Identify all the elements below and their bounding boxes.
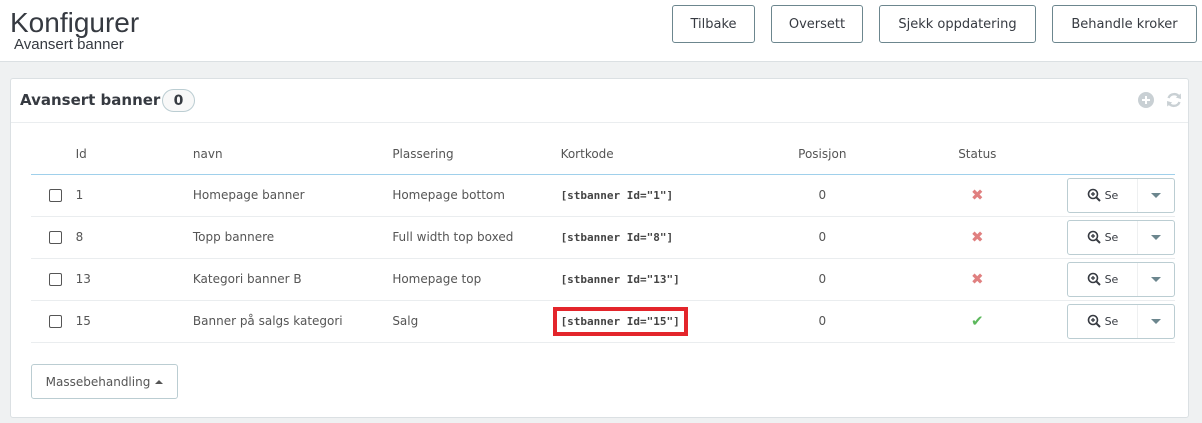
row-checkbox[interactable] bbox=[49, 189, 62, 202]
row-shortcode: [stbanner Id="1"] bbox=[560, 189, 674, 202]
row-action-group: Se bbox=[1066, 261, 1175, 297]
table-row: 1 Homepage banner Homepage bottom [stban… bbox=[31, 174, 1175, 217]
row-checkbox[interactable] bbox=[49, 231, 62, 244]
row-action-group: Se bbox=[1066, 219, 1175, 255]
view-button-label: Se bbox=[1104, 188, 1119, 202]
row-id: 8 bbox=[75, 216, 193, 259]
manage-hooks-button[interactable]: Behandle kroker bbox=[1052, 5, 1197, 43]
caret-up-icon bbox=[155, 379, 164, 384]
row-checkbox[interactable] bbox=[49, 315, 62, 328]
view-button[interactable]: Se bbox=[1068, 304, 1138, 338]
row-action-dropdown[interactable] bbox=[1138, 221, 1174, 254]
status-disabled-icon[interactable]: ✖ bbox=[971, 228, 984, 246]
view-button[interactable]: Se bbox=[1068, 220, 1138, 254]
page-title: Konfigurer bbox=[10, 7, 140, 38]
page-header: Konfigurer Avansert banner Tilbake Overs… bbox=[0, 0, 1202, 62]
row-action-dropdown[interactable] bbox=[1138, 305, 1174, 338]
view-button[interactable]: Se bbox=[1068, 178, 1138, 212]
view-button-label: Se bbox=[1104, 314, 1119, 328]
row-name: Topp bannere bbox=[192, 216, 393, 259]
row-action-group: Se bbox=[1066, 303, 1175, 339]
back-button[interactable]: Tilbake bbox=[672, 5, 755, 43]
view-button-label: Se bbox=[1104, 272, 1119, 286]
column-select bbox=[31, 135, 76, 175]
column-status: Status bbox=[887, 135, 1067, 175]
status-enabled-icon[interactable]: ✔ bbox=[971, 312, 984, 330]
column-placement: Plassering bbox=[392, 135, 561, 175]
status-disabled-icon[interactable]: ✖ bbox=[971, 270, 984, 288]
row-name: Banner på salgs kategori bbox=[192, 300, 393, 343]
column-position: Posisjon bbox=[756, 135, 888, 175]
row-placement: Homepage top bbox=[392, 258, 561, 301]
row-shortcode-highlighted: [stbanner Id="15"] bbox=[552, 307, 688, 336]
panel-heading: Avansert banner 0 bbox=[11, 79, 1188, 123]
row-placement: Full width top boxed bbox=[392, 216, 561, 259]
bulk-actions-button[interactable]: Massebehandling bbox=[31, 364, 178, 399]
table-row: 15 Banner på salgs kategori Salg [stbann… bbox=[31, 300, 1175, 343]
row-shortcode: [stbanner Id="13"] bbox=[560, 273, 680, 286]
zoom-in-icon bbox=[1087, 188, 1101, 202]
caret-down-icon bbox=[1150, 276, 1161, 282]
row-shortcode: [stbanner Id="8"] bbox=[560, 231, 674, 244]
zoom-in-icon bbox=[1087, 230, 1101, 244]
view-button[interactable]: Se bbox=[1068, 262, 1138, 296]
row-id: 1 bbox=[75, 174, 193, 217]
refresh-icon[interactable] bbox=[1165, 91, 1183, 109]
table-row: 8 Topp bannere Full width top boxed [stb… bbox=[31, 216, 1175, 259]
bulk-actions-label: Massebehandling bbox=[45, 374, 151, 389]
status-disabled-icon[interactable]: ✖ bbox=[971, 186, 984, 204]
row-id: 13 bbox=[75, 258, 193, 301]
column-shortcode: Kortkode bbox=[560, 135, 757, 175]
caret-down-icon bbox=[1150, 318, 1161, 324]
row-placement: Homepage bottom bbox=[392, 174, 561, 217]
row-action-group: Se bbox=[1066, 177, 1175, 213]
banner-list-panel: Avansert banner 0 Id navn Plassering Kor… bbox=[10, 78, 1189, 418]
row-position: 0 bbox=[756, 258, 888, 301]
banner-table: Id navn Plassering Kortkode Posisjon Sta… bbox=[31, 135, 1175, 343]
column-name: navn bbox=[192, 135, 393, 175]
panel-title: Avansert banner bbox=[20, 91, 161, 109]
zoom-in-icon bbox=[1087, 314, 1101, 328]
count-badge: 0 bbox=[162, 89, 195, 112]
row-name: Kategori banner B bbox=[192, 258, 393, 301]
caret-down-icon bbox=[1150, 192, 1161, 198]
translate-button[interactable]: Oversett bbox=[771, 5, 863, 43]
row-id: 15 bbox=[75, 300, 193, 343]
check-update-button[interactable]: Sjekk oppdatering bbox=[879, 5, 1036, 43]
table-row: 13 Kategori banner B Homepage top [stban… bbox=[31, 258, 1175, 301]
caret-down-icon bbox=[1150, 234, 1161, 240]
row-name: Homepage banner bbox=[192, 174, 393, 217]
column-id: Id bbox=[75, 135, 193, 175]
view-button-label: Se bbox=[1104, 230, 1119, 244]
row-action-dropdown[interactable] bbox=[1138, 263, 1174, 296]
table-header-row: Id navn Plassering Kortkode Posisjon Sta… bbox=[31, 135, 1175, 175]
row-position: 0 bbox=[756, 300, 888, 343]
row-action-dropdown[interactable] bbox=[1138, 179, 1174, 212]
row-placement: Salg bbox=[392, 300, 561, 343]
row-checkbox[interactable] bbox=[49, 273, 62, 286]
row-position: 0 bbox=[756, 216, 888, 259]
zoom-in-icon bbox=[1087, 272, 1101, 286]
row-position: 0 bbox=[756, 174, 888, 217]
add-icon[interactable] bbox=[1137, 91, 1155, 109]
column-actions bbox=[1066, 135, 1175, 175]
page-subtitle: Avansert banner bbox=[14, 36, 124, 53]
